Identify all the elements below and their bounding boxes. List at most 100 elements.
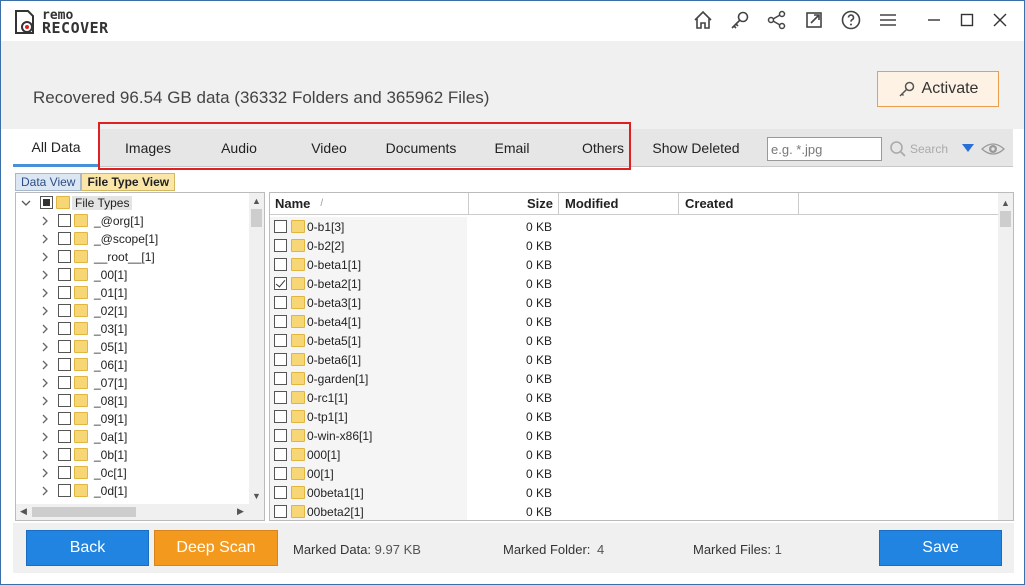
tree-item-checkbox[interactable] [58, 358, 71, 371]
chevron-right-icon[interactable] [40, 324, 50, 334]
eye-icon[interactable] [981, 139, 1005, 159]
tree-item[interactable]: _02[1] [16, 302, 252, 320]
menu-icon[interactable] [875, 7, 901, 33]
list-item-checkbox[interactable] [274, 315, 287, 328]
search-input[interactable] [767, 137, 882, 161]
tree-hscroll-thumb[interactable] [32, 507, 136, 517]
list-item[interactable]: 0-beta5[1] 0 KB [270, 331, 998, 350]
tree-item[interactable]: _07[1] [16, 374, 252, 392]
list-item-checkbox[interactable] [274, 296, 287, 309]
list-item-checkbox[interactable] [274, 486, 287, 499]
activate-button[interactable]: Activate [877, 71, 999, 107]
list-item-checkbox[interactable] [274, 391, 287, 404]
list-item[interactable]: 0-beta3[1] 0 KB [270, 293, 998, 312]
tree-item-checkbox[interactable] [58, 286, 71, 299]
list-item[interactable]: 0-beta4[1] 0 KB [270, 312, 998, 331]
list-item[interactable]: 0-rc1[1] 0 KB [270, 388, 998, 407]
tab-file-type-view[interactable]: File Type View [81, 173, 176, 191]
deep-scan-button[interactable]: Deep Scan [154, 530, 278, 566]
chevron-right-icon[interactable] [40, 468, 50, 478]
list-item-checkbox[interactable] [274, 353, 287, 366]
tree-item[interactable]: _05[1] [16, 338, 252, 356]
scroll-right-icon[interactable]: ▶ [233, 504, 248, 519]
list-item-checkbox[interactable] [274, 258, 287, 271]
tree-item-checkbox[interactable] [58, 232, 71, 245]
list-item[interactable]: 0-beta1[1] 0 KB [270, 255, 998, 274]
tree-vertical-scrollbar[interactable]: ▲ ▼ [249, 193, 264, 504]
list-item[interactable]: 0-beta6[1] 0 KB [270, 350, 998, 369]
tree-item-checkbox[interactable] [58, 304, 71, 317]
chevron-right-icon[interactable] [40, 396, 50, 406]
search-button[interactable]: Search [889, 138, 948, 160]
list-item[interactable]: 000[1] 0 KB [270, 445, 998, 464]
tree-root-checkbox[interactable] [40, 196, 53, 209]
list-item[interactable]: 0-b2[2] 0 KB [270, 236, 998, 255]
tree-item-checkbox[interactable] [58, 214, 71, 227]
external-link-icon[interactable] [801, 7, 827, 33]
tree-item-checkbox[interactable] [58, 412, 71, 425]
help-icon[interactable] [838, 7, 864, 33]
tree-item[interactable]: _@scope[1] [16, 230, 252, 248]
chevron-right-icon[interactable] [40, 216, 50, 226]
list-item-checkbox[interactable] [274, 277, 287, 290]
tree-item[interactable]: _09[1] [16, 410, 252, 428]
tree-item[interactable]: _01[1] [16, 284, 252, 302]
list-item-checkbox[interactable] [274, 372, 287, 385]
tree-item-checkbox[interactable] [58, 322, 71, 335]
chevron-right-icon[interactable] [40, 486, 50, 496]
chevron-right-icon[interactable] [40, 342, 50, 352]
list-item[interactable]: 0-b1[3] 0 KB [270, 217, 998, 236]
list-item-checkbox[interactable] [274, 220, 287, 233]
column-header-size[interactable]: Size [469, 193, 559, 215]
list-item-checkbox[interactable] [274, 410, 287, 423]
chevron-right-icon[interactable] [40, 360, 50, 370]
tab-audio[interactable]: Audio [196, 129, 282, 167]
list-item[interactable]: 0-win-x86[1] 0 KB [270, 426, 998, 445]
tree-item-checkbox[interactable] [58, 250, 71, 263]
maximize-icon[interactable] [954, 7, 980, 33]
column-header-created[interactable]: Created [679, 193, 799, 215]
chevron-down-icon[interactable] [21, 198, 31, 208]
tree-item[interactable]: _06[1] [16, 356, 252, 374]
tree-item[interactable]: _0d[1] [16, 482, 252, 500]
tree-item-checkbox[interactable] [58, 376, 71, 389]
list-item[interactable]: 0-beta2[1] 0 KB [270, 274, 998, 293]
list-item[interactable]: 0-tp1[1] 0 KB [270, 407, 998, 426]
key-icon[interactable] [727, 7, 753, 33]
scroll-left-icon[interactable]: ◀ [16, 504, 31, 519]
save-button[interactable]: Save [879, 530, 1002, 566]
tree-item[interactable]: _08[1] [16, 392, 252, 410]
chevron-right-icon[interactable] [40, 414, 50, 424]
share-icon[interactable] [764, 7, 790, 33]
scroll-down-icon[interactable]: ▼ [249, 488, 264, 503]
scroll-up-icon[interactable]: ▲ [249, 193, 264, 208]
chevron-right-icon[interactable] [40, 378, 50, 388]
tree-item-checkbox[interactable] [58, 484, 71, 497]
column-header-name[interactable]: Name / [270, 193, 469, 215]
minimize-icon[interactable] [921, 7, 947, 33]
list-item[interactable]: 00beta1[1] 0 KB [270, 483, 998, 502]
tab-video[interactable]: Video [286, 129, 372, 167]
list-item[interactable]: 00beta2[1] 0 KB [270, 502, 998, 520]
tree-item-checkbox[interactable] [58, 466, 71, 479]
tab-data-view[interactable]: Data View [15, 173, 82, 191]
chevron-right-icon[interactable] [40, 288, 50, 298]
chevron-right-icon[interactable] [40, 270, 50, 280]
list-vertical-scrollbar[interactable]: ▲ [998, 193, 1013, 520]
chevron-right-icon[interactable] [40, 432, 50, 442]
chevron-right-icon[interactable] [40, 252, 50, 262]
home-icon[interactable] [690, 7, 716, 33]
tab-show-deleted[interactable]: Show Deleted [647, 129, 745, 167]
tab-documents[interactable]: Documents [376, 129, 466, 167]
list-scroll-thumb[interactable] [1000, 211, 1011, 227]
tree-item-checkbox[interactable] [58, 340, 71, 353]
tab-others[interactable]: Others [560, 129, 646, 167]
tab-email[interactable]: Email [469, 129, 555, 167]
tree-item[interactable]: _03[1] [16, 320, 252, 338]
tree-scroll-thumb[interactable] [251, 209, 262, 227]
tree-item[interactable]: _0b[1] [16, 446, 252, 464]
tree-horizontal-scrollbar[interactable]: ◀ ▶ [16, 504, 264, 520]
chevron-right-icon[interactable] [40, 450, 50, 460]
filter-dropdown-icon[interactable] [962, 144, 974, 152]
tab-all-data[interactable]: All Data [13, 129, 99, 167]
